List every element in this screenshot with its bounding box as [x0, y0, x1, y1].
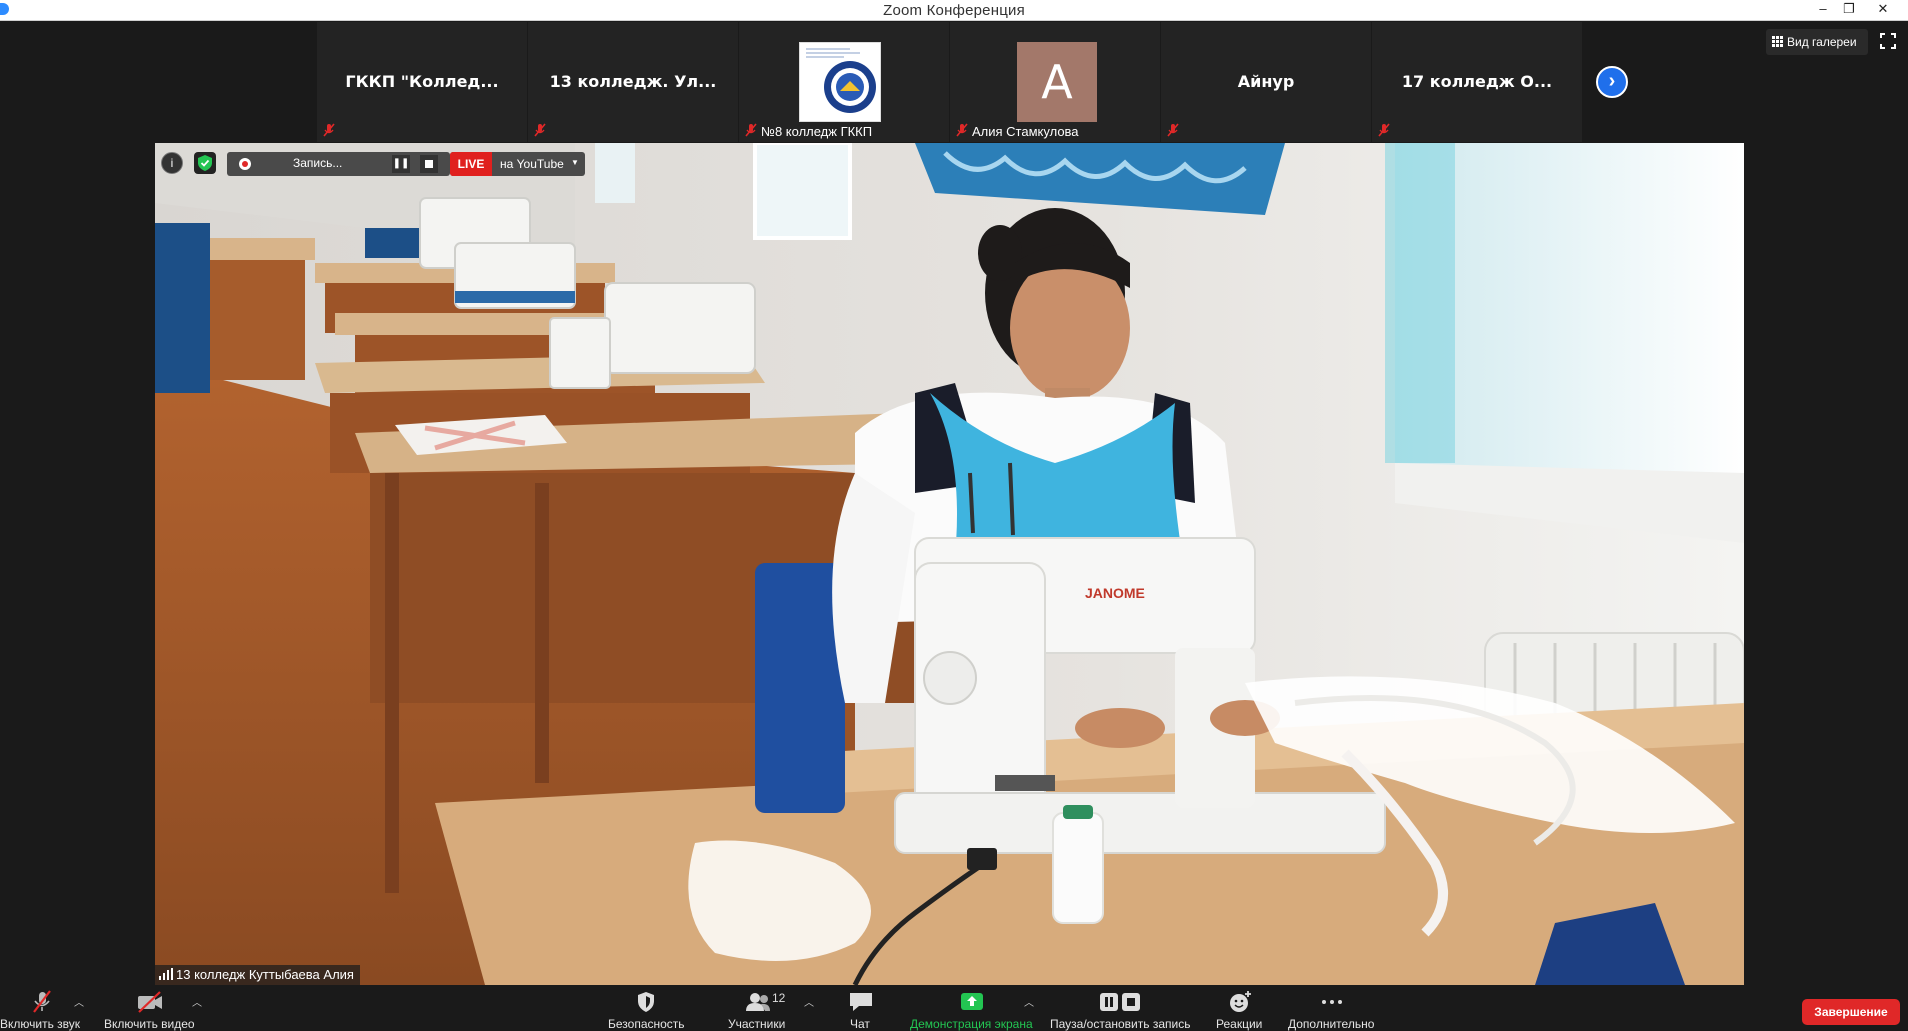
- next-page-button[interactable]: ›: [1596, 66, 1628, 98]
- start-video-button[interactable]: Включить видео: [102, 986, 202, 1031]
- end-meeting-button[interactable]: Завершение: [1802, 999, 1900, 1025]
- pause-stop-recording-label: Пауза/остановить запись: [1050, 1017, 1191, 1031]
- mic-muted-icon: [1378, 123, 1390, 137]
- unmute-label: Включить звук: [0, 1017, 81, 1031]
- video-off-icon: [138, 991, 162, 1013]
- participant-name: 13 колледж. Ул...: [549, 72, 717, 91]
- participant-name: 17 колледж О...: [1401, 72, 1553, 91]
- mic-muted-icon: [534, 123, 546, 137]
- stream-target-label: на YouTube: [500, 157, 564, 171]
- window-title: Zoom Конференция: [883, 2, 1025, 19]
- stop-recording-button[interactable]: [420, 155, 438, 173]
- mic-muted-icon: [33, 990, 51, 1013]
- participants-label: Участники: [728, 1017, 786, 1031]
- recording-label: Запись...: [293, 156, 343, 170]
- speaker-name: 13 колледж Куттыбаева Алия: [176, 967, 354, 982]
- restore-button[interactable]: ❐: [1836, 0, 1862, 20]
- participant-tile[interactable]: A Алия Стамкулова: [950, 22, 1160, 142]
- start-video-label: Включить видео: [104, 1017, 195, 1031]
- more-dots-icon: [1322, 1000, 1342, 1004]
- participants-icon: [746, 993, 770, 1011]
- participant-tile[interactable]: №8 колледж ГККП: [739, 22, 949, 142]
- caret-down-icon: ▼: [571, 158, 579, 167]
- participant-name: Айнур: [1237, 72, 1295, 91]
- shield-check-icon: [198, 155, 212, 171]
- fullscreen-icon[interactable]: [1880, 33, 1896, 49]
- reactions-button[interactable]: Реакции: [1214, 986, 1266, 1031]
- mic-muted-icon: [745, 123, 757, 137]
- meeting-toolbar: Включить звук ︿ Включить видео ︿ Безопас…: [0, 986, 1908, 1031]
- close-button[interactable]: ✕: [1870, 0, 1896, 20]
- participants-options-caret-icon[interactable]: ︿: [804, 994, 814, 1009]
- participants-button[interactable]: 12 Участники: [724, 986, 808, 1031]
- reactions-label: Реакции: [1216, 1017, 1263, 1031]
- emoji-add-icon: [1230, 991, 1251, 1012]
- participant-name: ГККП "Коллед...: [345, 72, 499, 91]
- participant-name: Алия Стамкулова: [972, 124, 1079, 139]
- more-label: Дополнительно: [1288, 1017, 1375, 1031]
- live-badge: LIVE: [450, 152, 492, 176]
- record-dot-icon: [239, 158, 251, 170]
- share-options-caret-icon[interactable]: ︿: [1024, 994, 1034, 1009]
- participant-tile[interactable]: 13 колледж. Ул...: [528, 22, 738, 142]
- signal-strength-icon: [159, 968, 173, 980]
- mic-muted-icon: [956, 123, 968, 137]
- participants-count: 12: [772, 991, 786, 1005]
- video-options-caret-icon[interactable]: ︿: [192, 994, 202, 1009]
- pause-stop-icon: [1100, 993, 1140, 1011]
- chat-label: Чат: [850, 1017, 870, 1031]
- college-logo-icon: [806, 48, 876, 113]
- gallery-view-button[interactable]: Вид галереи: [1766, 29, 1868, 55]
- pause-stop-recording-button[interactable]: Пауза/остановить запись: [1050, 986, 1192, 1031]
- meeting-info-button[interactable]: i: [161, 152, 183, 174]
- active-speaker-name: 13 колледж Куттыбаева Алия: [155, 965, 360, 985]
- info-icon: i: [170, 156, 174, 170]
- avatar: A: [1017, 42, 1097, 122]
- share-screen-button[interactable]: Демонстрация экрана: [910, 986, 1034, 1031]
- zoom-window: Zoom Конференция – ❐ ✕ ГККП "Коллед... 1…: [0, 0, 1908, 1031]
- audio-options-caret-icon[interactable]: ︿: [74, 994, 84, 1009]
- chat-button[interactable]: Чат: [846, 986, 876, 1031]
- participant-tile[interactable]: 17 колледж О...: [1372, 22, 1582, 142]
- grid-icon: [1772, 36, 1784, 48]
- livestream-indicator[interactable]: LIVE на YouTube ▼: [450, 152, 585, 176]
- participant-tile[interactable]: ГККП "Коллед...: [317, 22, 527, 142]
- encryption-button[interactable]: [194, 152, 216, 174]
- participant-name: №8 колледж ГККП: [761, 124, 873, 139]
- share-screen-label: Демонстрация экрана: [910, 1017, 1033, 1031]
- svg-text:JANOME: JANOME: [1085, 585, 1145, 601]
- chat-bubble-icon: [850, 993, 872, 1011]
- share-screen-icon: [961, 993, 983, 1010]
- unmute-button[interactable]: Включить звук: [0, 986, 84, 1031]
- pause-recording-button[interactable]: ❚❚: [392, 155, 410, 173]
- gallery-strip: ГККП "Коллед... 13 колледж. Ул... №8 кол…: [317, 22, 1582, 142]
- participant-profile-picture: [799, 42, 881, 122]
- recording-indicator: Запись... ❚❚: [227, 152, 450, 176]
- video-frame: JANOME: [155, 143, 1744, 985]
- chevron-right-icon: ›: [1608, 70, 1616, 92]
- gallery-view-label: Вид галереи: [1787, 35, 1857, 49]
- security-button[interactable]: Безопасность: [604, 986, 688, 1031]
- more-button[interactable]: Дополнительно: [1286, 986, 1380, 1031]
- minimize-button[interactable]: –: [1810, 0, 1836, 20]
- security-label: Безопасность: [608, 1017, 685, 1031]
- active-speaker-video: JANOME: [155, 143, 1744, 985]
- shield-icon: [638, 992, 654, 1012]
- participant-tile[interactable]: Айнур: [1161, 22, 1371, 142]
- mic-muted-icon: [1167, 123, 1179, 137]
- title-bar: Zoom Конференция – ❐ ✕: [0, 0, 1908, 21]
- mic-muted-icon: [323, 123, 335, 137]
